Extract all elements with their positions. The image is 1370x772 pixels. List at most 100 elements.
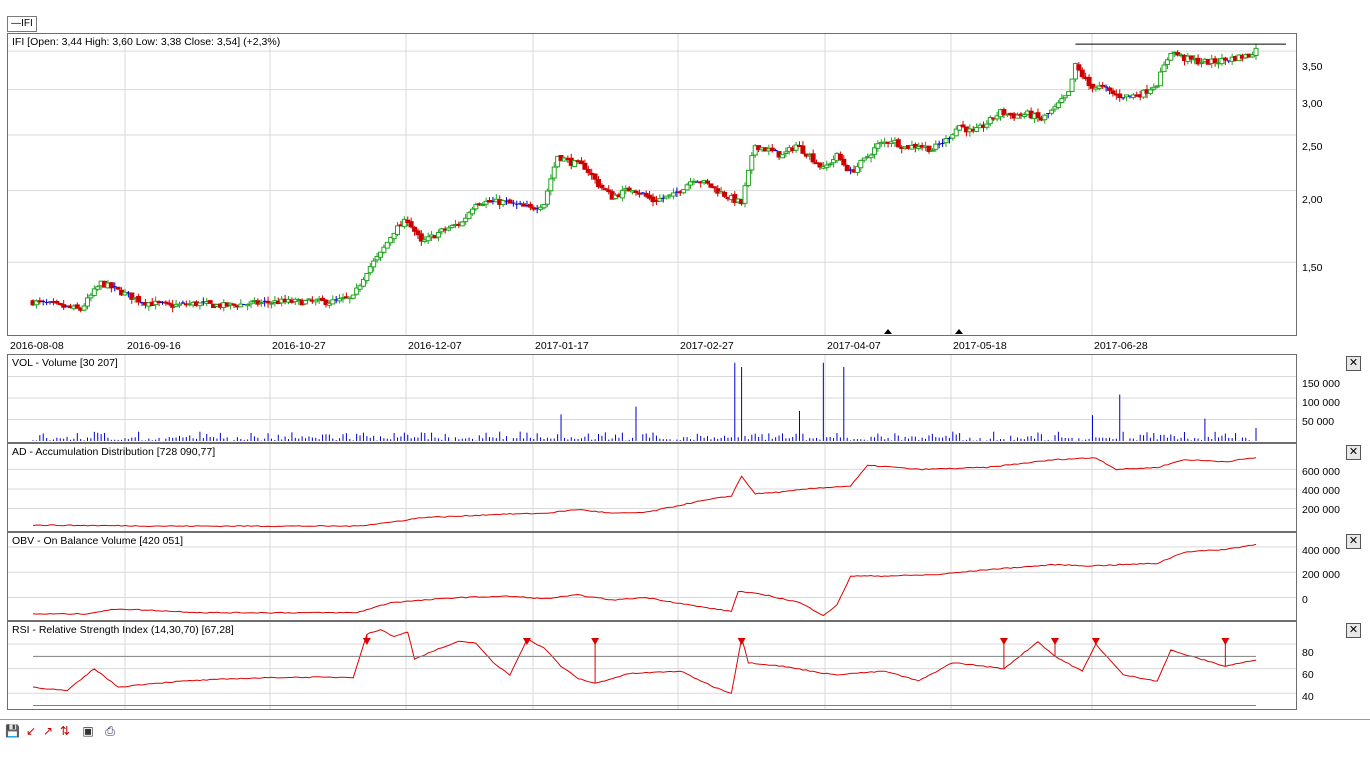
candle-body: [1107, 87, 1113, 91]
ad-ytick: 600 000: [1302, 466, 1340, 478]
candle-body: [425, 236, 431, 242]
indicator-line: [32, 457, 1257, 528]
candle-body: [207, 300, 213, 304]
candle-body: [85, 297, 91, 307]
obv-chart: [8, 533, 1296, 620]
candle-body: [1059, 98, 1065, 103]
candle-body: [1055, 102, 1061, 108]
candle-body: [1158, 71, 1164, 87]
candle-body: [742, 185, 748, 204]
candle-body: [115, 286, 121, 290]
candle-body: [551, 166, 557, 179]
print-icon[interactable]: ⎙: [103, 724, 117, 738]
candle-body: [633, 190, 639, 194]
obv-ytick: 400 000: [1302, 545, 1340, 557]
obv-panel: OBV - On Balance Volume [420 051]: [7, 532, 1297, 621]
candle-body: [1151, 86, 1157, 90]
candle-body: [1161, 64, 1167, 73]
volume-ytick: 50 000: [1302, 416, 1335, 428]
indicator-line: [32, 543, 1257, 617]
signal-marker: [884, 329, 892, 334]
symbol-tab[interactable]: —IFI: [7, 16, 37, 32]
candle-body: [827, 163, 833, 166]
candle-body: [136, 296, 142, 303]
candle-body: [1079, 69, 1085, 78]
candle-body: [711, 186, 717, 189]
candle-body: [1222, 57, 1228, 61]
candle-body: [1168, 52, 1174, 61]
candle-body: [74, 304, 80, 309]
candle-body: [61, 304, 67, 308]
price-ytick: 1,50: [1302, 262, 1323, 274]
candle-body: [81, 305, 87, 311]
zoom-out-left-icon[interactable]: ↙: [24, 724, 38, 738]
expand-icon[interactable]: ⇅: [58, 724, 72, 738]
rsi-ytick: 80: [1302, 647, 1314, 659]
volume-ytick: 100 000: [1302, 397, 1340, 409]
bottom-toolbar: 💾 ↙ ↗ ⇅ ▣ ⎙: [0, 719, 1370, 742]
obv-title: OBV - On Balance Volume [420 051]: [12, 535, 184, 547]
candle-body: [657, 198, 663, 202]
close-obv-panel-button[interactable]: ✕: [1346, 534, 1361, 549]
ad-panel: AD - Accumulation Distribution [728 090,…: [7, 443, 1297, 532]
candle-body: [745, 169, 751, 187]
candle-body: [582, 162, 588, 170]
close-ad-panel-button[interactable]: ✕: [1346, 445, 1361, 460]
candle-body: [636, 192, 642, 195]
tab-label: IFI: [21, 18, 33, 29]
save-icon[interactable]: 💾: [5, 724, 20, 738]
candle-body: [1198, 62, 1204, 65]
candle-body: [1110, 90, 1116, 94]
candle-body: [122, 291, 128, 296]
candle-body: [824, 164, 830, 169]
close-volume-panel-button[interactable]: ✕: [1346, 356, 1361, 371]
candle-body: [1069, 78, 1075, 92]
candle-body: [268, 302, 274, 305]
candle-body: [548, 178, 554, 192]
candle-body: [1076, 64, 1082, 71]
candle-body: [156, 301, 162, 304]
candle-body: [779, 154, 785, 159]
candle-body: [844, 164, 850, 172]
candle-body: [1035, 112, 1041, 118]
price-ytick: 3,00: [1302, 98, 1323, 110]
candle-body: [108, 282, 114, 289]
candle-body: [837, 153, 843, 161]
candle-body: [54, 300, 60, 304]
candle-body: [769, 147, 775, 152]
candle-body: [446, 227, 452, 231]
candle-body: [943, 138, 949, 144]
price-ytick: 2,00: [1302, 194, 1323, 206]
x-tick-label: 2017-06-28: [1094, 340, 1148, 352]
candle-body: [984, 123, 990, 128]
volume-chart: [8, 355, 1296, 442]
ad-ytick: 400 000: [1302, 485, 1340, 497]
zoom-in-right-icon[interactable]: ↗: [41, 724, 55, 738]
candle-body: [749, 155, 755, 171]
volume-ytick: 150 000: [1302, 378, 1340, 390]
candle-body: [1124, 94, 1130, 98]
candle-body: [91, 288, 97, 296]
candle-body: [166, 302, 172, 305]
candle-body: [1253, 47, 1259, 56]
fit-to-window-icon[interactable]: ▣: [81, 724, 95, 738]
candle-body: [1212, 58, 1218, 64]
x-tick-label: 2017-04-07: [827, 340, 881, 352]
x-tick-label: 2016-09-16: [127, 340, 181, 352]
price-panel: IFI [Open: 3,44 High: 3,60 Low: 3,38 Clo…: [7, 33, 1297, 336]
candle-body: [1147, 89, 1153, 94]
price-ytick: 2,50: [1302, 141, 1323, 153]
candle-body: [395, 225, 401, 236]
candle-body: [868, 154, 874, 159]
candle-body: [585, 168, 591, 173]
close-rsi-panel-button[interactable]: ✕: [1346, 623, 1361, 638]
signal-marker: [955, 329, 963, 334]
candle-body: [1100, 84, 1106, 87]
candle-body: [367, 266, 373, 274]
candle-body: [895, 139, 901, 148]
rsi-panel: RSI - Relative Strength Index (14,30,70)…: [7, 621, 1297, 710]
candle-body: [722, 191, 728, 197]
price-chart: [8, 34, 1296, 335]
volume-title: VOL - Volume [30 207]: [12, 357, 118, 369]
candle-body: [810, 153, 816, 163]
